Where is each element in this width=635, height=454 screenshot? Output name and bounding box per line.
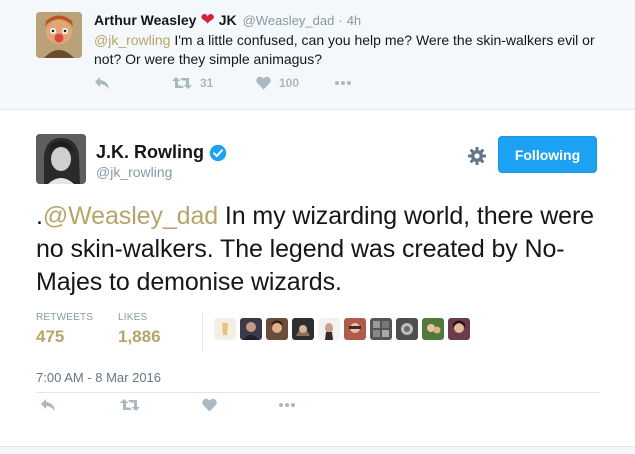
main-tweet-actions (36, 398, 336, 418)
actions-divider (36, 392, 599, 393)
parent-tweet-mention[interactable]: @jk_rowling (94, 32, 170, 48)
liker-avatar[interactable] (240, 318, 262, 340)
main-like-button[interactable] (202, 398, 217, 412)
parent-retweet-count: 31 (200, 76, 214, 90)
main-author-handle[interactable]: @jk_rowling (96, 164, 172, 180)
heart-icon (256, 76, 271, 90)
main-tweet-text-prefix: . (36, 202, 43, 230)
liker-avatar[interactable] (318, 318, 340, 340)
parent-dot-separator: · (338, 12, 343, 28)
parent-tweet-text: @jk_rowling I'm a little confused, can y… (94, 31, 614, 69)
main-reply-button[interactable] (40, 398, 56, 412)
parent-tweet-header: Arthur Weasley ❤ JK @Weasley_dad · 4h (94, 10, 361, 29)
retweets-stat[interactable]: RETWEETS 475 (36, 312, 93, 347)
parent-tweet-body: I'm a little confused, can you help me? … (94, 32, 595, 67)
parent-like-button[interactable]: 100 (256, 76, 299, 90)
main-author-name-row: J.K. Rowling (96, 142, 227, 163)
more-icon (279, 403, 295, 407)
liker-avatar[interactable] (292, 318, 314, 340)
parent-author-name[interactable]: Arthur Weasley (94, 12, 196, 28)
liker-avatar[interactable] (214, 318, 236, 340)
parent-author-avatar[interactable] (36, 12, 82, 58)
liker-avatar[interactable] (448, 318, 470, 340)
main-author-avatar[interactable] (36, 134, 86, 184)
liker-avatar[interactable] (396, 318, 418, 340)
parent-author-handle[interactable]: @Weasley_dad (243, 13, 335, 28)
liker-avatar[interactable] (266, 318, 288, 340)
liker-avatar[interactable] (370, 318, 392, 340)
retweets-value: 475 (36, 327, 65, 346)
parent-like-count: 100 (279, 76, 300, 90)
stats-divider (202, 312, 203, 352)
tweet-stats: RETWEETS 475 LIKES 1,886 (36, 312, 616, 356)
parent-more-button[interactable] (334, 76, 352, 90)
parent-author-name-suffix[interactable]: JK (219, 12, 237, 28)
likes-value: 1,886 (118, 327, 161, 346)
red-heart-emoji-icon: ❤ (200, 10, 215, 29)
liker-avatar[interactable] (344, 318, 366, 340)
bottom-band (0, 446, 635, 454)
likes-stat[interactable]: LIKES 1,886 (118, 312, 161, 347)
following-button[interactable]: Following (498, 136, 597, 173)
gear-icon[interactable] (467, 146, 487, 166)
retweets-label: RETWEETS (36, 312, 94, 323)
main-retweet-button[interactable] (120, 398, 140, 412)
retweet-icon (120, 399, 140, 411)
more-icon (335, 81, 351, 85)
main-author-name[interactable]: J.K. Rowling (96, 142, 204, 163)
heart-icon (202, 398, 217, 412)
parent-reply-button[interactable] (94, 76, 110, 90)
likes-label: LIKES (118, 312, 148, 323)
main-tweet-text: .@Weasley_dad In my wizarding world, the… (36, 200, 616, 299)
parent-tweet-actions: 31 100 (94, 76, 424, 96)
liker-avatars (214, 318, 470, 340)
verified-badge-icon (209, 144, 227, 161)
parent-retweet-button[interactable]: 31 (172, 76, 213, 90)
reply-icon (95, 77, 109, 89)
parent-tweet-time[interactable]: 4h (347, 13, 361, 28)
retweet-icon (172, 77, 192, 89)
liker-avatar[interactable] (422, 318, 444, 340)
main-tweet-mention[interactable]: @Weasley_dad (43, 202, 218, 230)
main-more-button[interactable] (278, 398, 296, 412)
tweet-timestamp[interactable]: 7:00 AM - 8 Mar 2016 (36, 370, 161, 385)
parent-tweet[interactable]: Arthur Weasley ❤ JK @Weasley_dad · 4h @j… (0, 0, 635, 110)
reply-icon (41, 399, 55, 411)
